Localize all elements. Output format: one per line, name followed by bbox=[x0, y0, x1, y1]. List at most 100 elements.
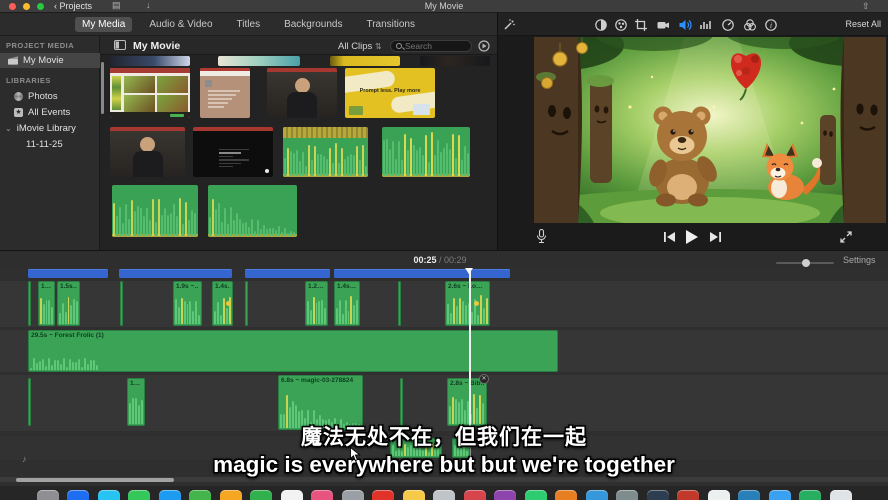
dock-app-icon[interactable] bbox=[250, 490, 272, 500]
media-thumbnail-yellow-site[interactable]: Prompt less. Play more bbox=[345, 68, 435, 118]
tab-my-media[interactable]: My Media bbox=[75, 17, 132, 32]
media-thumbnail-strip-grad[interactable] bbox=[218, 56, 300, 66]
timeline-clip[interactable] bbox=[452, 438, 470, 458]
timeline-clip[interactable]: 2.6s ~ Lo… bbox=[445, 281, 490, 326]
browser-scrollbar[interactable] bbox=[101, 62, 104, 114]
timeline-clip[interactable]: 1.5s… bbox=[57, 281, 80, 326]
timeline-clip[interactable] bbox=[390, 438, 442, 458]
dock-app-icon[interactable] bbox=[403, 490, 425, 500]
media-thumbnail-person[interactable] bbox=[110, 127, 185, 177]
title-bar-clip[interactable] bbox=[334, 269, 510, 278]
dock-app-icon[interactable] bbox=[769, 490, 791, 500]
dock-app-icon[interactable] bbox=[494, 490, 516, 500]
media-thumbnail-person[interactable] bbox=[267, 68, 337, 118]
dock-app-icon[interactable] bbox=[281, 490, 303, 500]
reset-all-button[interactable]: Reset All bbox=[845, 19, 881, 29]
timeline-clip[interactable]: 1.4s… bbox=[334, 281, 360, 326]
dock-app-icon[interactable] bbox=[220, 490, 242, 500]
media-thumbnail-strip-yellow[interactable] bbox=[330, 56, 400, 66]
sidebar-item-all-events[interactable]: ★ All Events bbox=[0, 105, 100, 120]
dock-app-icon[interactable] bbox=[342, 490, 364, 500]
timeline-clip[interactable]: 6.8s ~ magic-03-278824 bbox=[278, 375, 363, 430]
dock-app-icon[interactable] bbox=[586, 490, 608, 500]
dock-app-icon[interactable] bbox=[433, 490, 455, 500]
dock-app-icon[interactable] bbox=[738, 490, 760, 500]
sidebar-toggle-icon[interactable] bbox=[114, 40, 126, 50]
tab-transitions[interactable]: Transitions bbox=[359, 17, 422, 32]
media-thumbnail-note[interactable] bbox=[200, 68, 250, 118]
noise-reduction-icon[interactable] bbox=[699, 18, 713, 32]
timeline-clip[interactable]: 1… bbox=[38, 281, 55, 326]
clip-sliver[interactable] bbox=[28, 281, 31, 326]
dock-app-icon[interactable] bbox=[98, 490, 120, 500]
dock-app-icon[interactable] bbox=[67, 490, 89, 500]
zoom-slider-thumb[interactable] bbox=[802, 259, 810, 267]
dock-app-icon[interactable] bbox=[616, 490, 638, 500]
timeline-clip[interactable]: 1.9s ~… bbox=[173, 281, 202, 326]
media-thumbnail-audio-band[interactable] bbox=[283, 127, 368, 177]
media-thumbnail-strip-blue[interactable] bbox=[110, 56, 190, 66]
title-bar-clip[interactable] bbox=[119, 269, 232, 278]
color-correction-icon[interactable] bbox=[614, 18, 628, 32]
media-thumbnail-audio-spikes[interactable] bbox=[382, 127, 470, 177]
play-button[interactable] bbox=[686, 230, 698, 244]
clip-sliver[interactable] bbox=[245, 281, 248, 326]
title-bar-clip[interactable] bbox=[28, 269, 108, 278]
clip-sliver[interactable] bbox=[398, 281, 401, 326]
previous-frame-button[interactable] bbox=[664, 232, 675, 242]
media-thumbnail-strip-people[interactable] bbox=[420, 56, 490, 66]
sidebar-item-imovie-library[interactable]: ⌄ iMovie Library bbox=[0, 121, 100, 136]
next-frame-button[interactable] bbox=[710, 232, 721, 242]
clip-effect-badge[interactable]: ✕ bbox=[479, 374, 489, 384]
fullscreen-icon[interactable] bbox=[840, 231, 852, 243]
dock-app-icon[interactable] bbox=[37, 490, 59, 500]
dock-app-icon[interactable] bbox=[159, 490, 181, 500]
filters-icon[interactable] bbox=[743, 18, 757, 32]
crop-icon[interactable] bbox=[634, 18, 648, 32]
clip-filter-dropdown[interactable]: All Clips ⇅ bbox=[338, 41, 382, 52]
clip-sliver[interactable] bbox=[120, 281, 123, 326]
media-thumbnail-audio-decay[interactable] bbox=[208, 185, 297, 237]
music-clip[interactable]: 29.5s ~ Forest Frolic (1) bbox=[28, 330, 558, 372]
media-thumbnail-web-bears[interactable] bbox=[110, 68, 190, 118]
dock-app-icon[interactable] bbox=[830, 490, 852, 500]
dock-app-icon[interactable] bbox=[464, 490, 486, 500]
clip-sliver[interactable] bbox=[28, 378, 31, 426]
search-input[interactable]: Search bbox=[390, 40, 472, 52]
dock-app-icon[interactable] bbox=[647, 490, 669, 500]
timeline-settings-button[interactable]: Settings bbox=[843, 255, 876, 265]
speed-icon[interactable] bbox=[721, 18, 735, 32]
playhead[interactable] bbox=[469, 268, 471, 431]
timeline-clip[interactable]: 2.8s ~ Bib… bbox=[447, 378, 487, 426]
clip-info-icon[interactable]: i bbox=[764, 18, 778, 32]
dock-app-icon[interactable] bbox=[708, 490, 730, 500]
tab-titles[interactable]: Titles bbox=[230, 17, 268, 32]
color-balance-icon[interactable] bbox=[594, 18, 608, 32]
title-bar-clip[interactable] bbox=[245, 269, 330, 278]
clip-sliver[interactable] bbox=[400, 378, 403, 426]
volume-icon[interactable] bbox=[678, 18, 692, 32]
disclosure-chevron-icon[interactable]: ⌄ bbox=[5, 124, 12, 133]
timeline-scrollbar-thumb[interactable] bbox=[16, 478, 174, 482]
tab-backgrounds[interactable]: Backgrounds bbox=[277, 17, 349, 32]
voiceover-mic-icon[interactable] bbox=[536, 229, 547, 244]
timeline-clip[interactable]: 1… bbox=[127, 378, 145, 426]
dock-app-icon[interactable] bbox=[311, 490, 333, 500]
stabilization-camera-icon[interactable] bbox=[656, 18, 670, 32]
enhance-wand-icon[interactable] bbox=[502, 18, 516, 32]
dock-app-icon[interactable] bbox=[128, 490, 150, 500]
share-icon[interactable]: ⇧ bbox=[862, 1, 870, 12]
media-thumbnail-audio-plain[interactable] bbox=[112, 185, 198, 237]
dock-app-icon[interactable] bbox=[372, 490, 394, 500]
dock-app-icon[interactable] bbox=[799, 490, 821, 500]
dock-app-icon[interactable] bbox=[677, 490, 699, 500]
dock-app-icon[interactable] bbox=[525, 490, 547, 500]
sidebar-item-event-date[interactable]: 11-11-25 bbox=[0, 137, 100, 152]
timeline-zoom-slider[interactable] bbox=[776, 262, 834, 264]
dock-app-icon[interactable] bbox=[555, 490, 577, 500]
media-thumbnail-code[interactable] bbox=[193, 127, 273, 177]
timeline-clip[interactable]: 1.4s… bbox=[212, 281, 233, 326]
sidebar-item-photos[interactable]: Photos bbox=[0, 89, 100, 104]
timeline-clip[interactable]: 1.2… bbox=[305, 281, 328, 326]
circled-arrow-icon[interactable] bbox=[478, 40, 490, 52]
